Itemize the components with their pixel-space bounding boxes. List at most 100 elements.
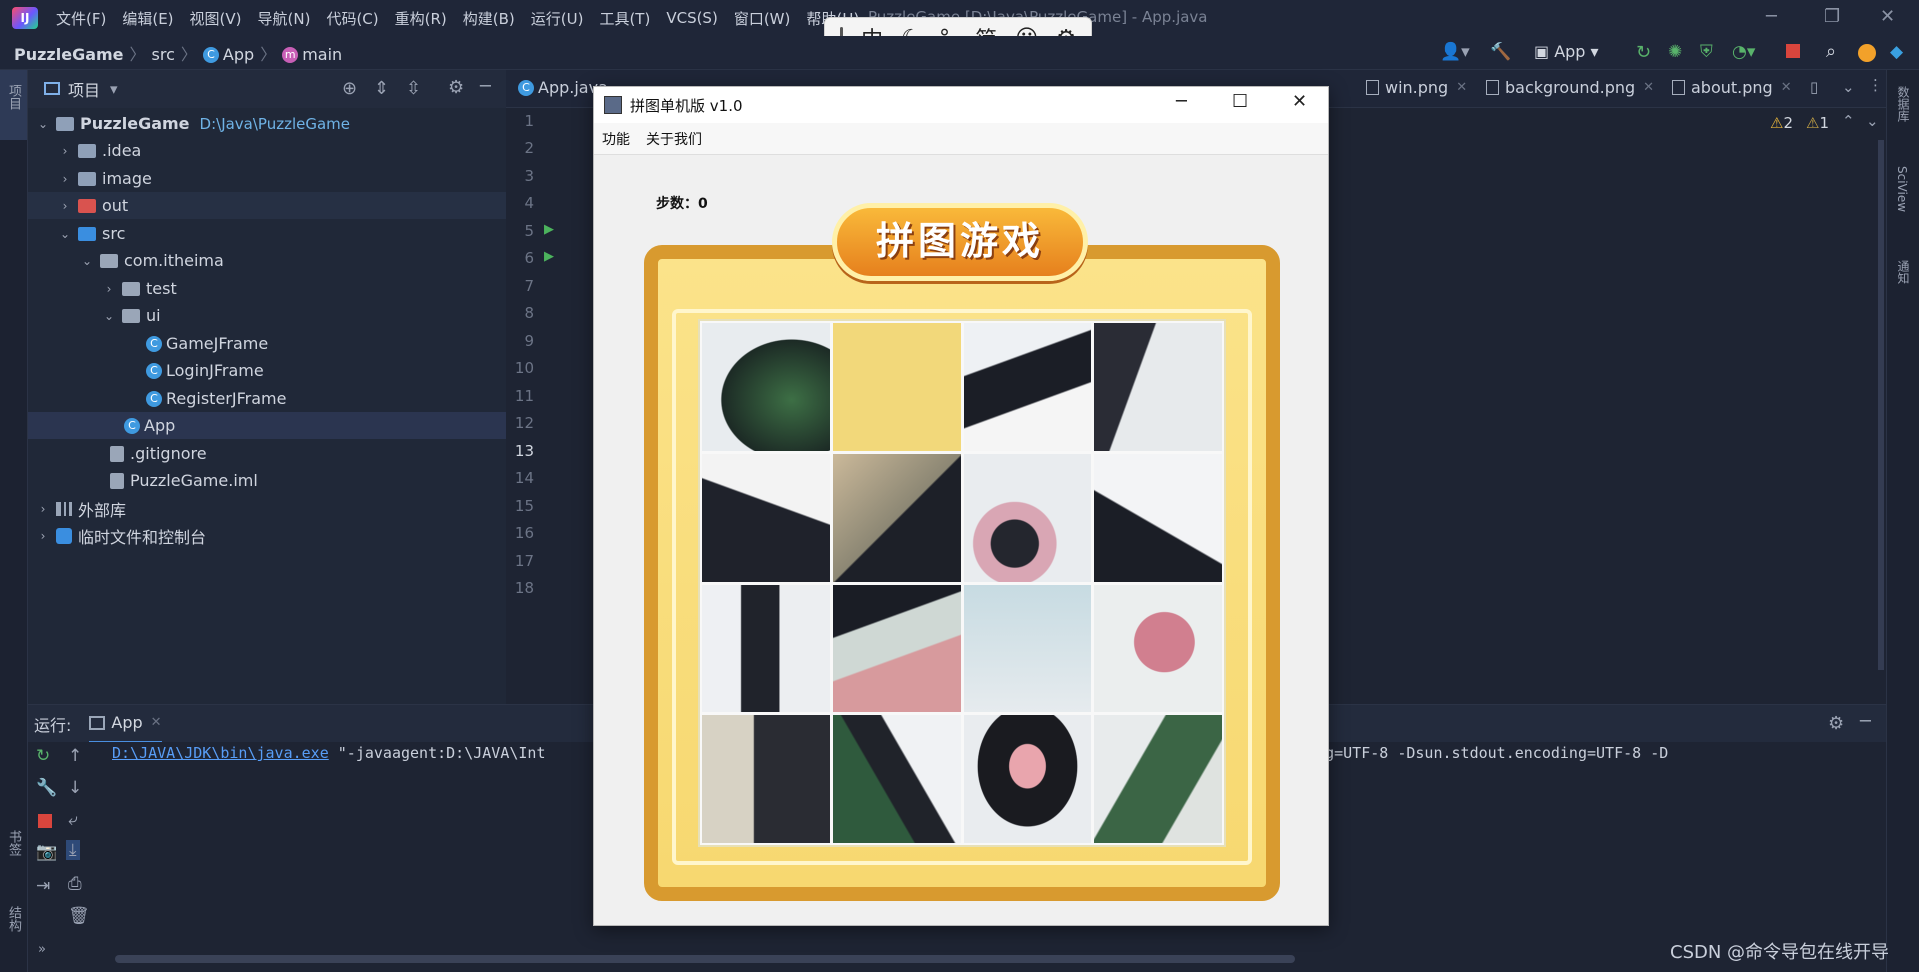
wrench-icon[interactable]: 🔧 <box>36 778 57 798</box>
search-icon[interactable]: ⌕ <box>1826 41 1836 62</box>
update-icon[interactable] <box>1858 44 1876 62</box>
puzzle-grid[interactable] <box>698 319 1226 847</box>
tree-item-scratches[interactable]: › 临时文件和控制台 <box>28 522 506 549</box>
hide-panel-icon[interactable]: ─ <box>1860 711 1871 732</box>
stop-icon[interactable] <box>1786 44 1800 58</box>
chevron-down-icon[interactable]: ⌄ <box>102 309 116 323</box>
run-config-select[interactable]: ▣ App ▾ <box>1534 42 1599 61</box>
chevron-right-icon[interactable]: › <box>102 282 116 296</box>
tree-item-idea[interactable]: › .idea <box>28 137 506 164</box>
puzzle-tile[interactable] <box>963 453 1092 582</box>
puzzle-tile-empty[interactable] <box>832 323 961 451</box>
menu-edit[interactable]: 编辑(E) <box>122 8 173 29</box>
menu-build[interactable]: 构建(B) <box>463 8 515 29</box>
project-tool-tab[interactable]: 项目 <box>4 84 23 110</box>
chevron-up-icon[interactable]: ⌃ <box>1842 112 1855 130</box>
console-horizontal-scrollbar[interactable] <box>115 955 1295 963</box>
chevron-down-icon[interactable]: ▾ <box>110 80 118 98</box>
database-tool-tab[interactable]: 数据库 <box>1895 86 1912 122</box>
menu-tools[interactable]: 工具(T) <box>599 8 650 29</box>
close-icon[interactable]: ✕ <box>1292 91 1307 112</box>
tree-item-puzzlegame[interactable]: ⌄ PuzzleGame D:\Java\PuzzleGame <box>28 110 506 137</box>
more-chevron-icon[interactable]: » <box>38 942 46 957</box>
menu-navigate[interactable]: 导航(N) <box>258 8 311 29</box>
locate-icon[interactable]: ⊕ <box>342 78 357 99</box>
menu-window[interactable]: 窗口(W) <box>734 8 791 29</box>
weak-warnings-indicator[interactable]: ⚠1 <box>1806 114 1829 132</box>
minimize-icon[interactable]: ─ <box>1176 91 1187 112</box>
menu-vcs[interactable]: VCS(S) <box>666 9 717 27</box>
debug-icon[interactable]: ✺ <box>1668 42 1682 62</box>
warnings-indicator[interactable]: ⚠2 <box>1770 114 1793 132</box>
notifications-tool-tab[interactable]: 通知 <box>1895 260 1912 284</box>
tree-item-src[interactable]: ⌄ src <box>28 220 506 247</box>
breadcrumb-class[interactable]: App <box>223 45 254 64</box>
tab-list-chevron-icon[interactable]: ⌄ <box>1842 78 1855 96</box>
tree-item-com-itheima[interactable]: ⌄ com.itheima <box>28 247 506 274</box>
image-file-icon[interactable]: ▯ <box>1810 78 1818 96</box>
tree-item-image[interactable]: › image <box>28 165 506 192</box>
chevron-right-icon[interactable]: › <box>58 144 72 158</box>
puzzle-tile[interactable] <box>832 715 961 843</box>
rerun-icon[interactable]: ↻ <box>36 746 50 766</box>
chevron-down-icon[interactable]: ⌄ <box>36 117 50 131</box>
close-icon[interactable]: ✕ <box>1880 6 1895 27</box>
chevron-right-icon[interactable]: › <box>36 529 50 543</box>
chevron-down-icon[interactable]: ⌄ <box>58 227 72 241</box>
puzzle-tile[interactable] <box>702 323 830 451</box>
puzzle-tile[interactable] <box>702 715 830 843</box>
bookmarks-tool-tab[interactable]: 书签 <box>4 830 23 856</box>
menu-view[interactable]: 视图(V) <box>190 8 242 29</box>
coverage-icon[interactable]: ⛨ <box>1700 42 1713 62</box>
soft-wrap-icon[interactable]: ⤶ <box>68 810 78 830</box>
build-hammer-icon[interactable]: 🔨 <box>1490 42 1511 62</box>
menu-run[interactable]: 运行(U) <box>531 8 584 29</box>
tree-item-test[interactable]: › test <box>28 275 506 302</box>
puzzle-tile[interactable] <box>963 584 1092 713</box>
trash-icon[interactable]: 🗑 <box>68 906 90 926</box>
chevron-right-icon[interactable]: › <box>58 199 72 213</box>
puzzle-tile[interactable] <box>832 584 961 713</box>
tree-item-loginjframe[interactable]: C LoginJFrame <box>28 357 506 384</box>
close-tab-icon[interactable]: ✕ <box>1781 80 1792 95</box>
editor-scrollbar[interactable] <box>1878 140 1884 670</box>
scroll-to-end-icon[interactable]: ⤓ <box>66 840 80 860</box>
tree-item-app[interactable]: C App <box>28 412 506 439</box>
run-tab-app[interactable]: App ✕ <box>89 705 162 743</box>
breadcrumb-method[interactable]: main <box>302 45 342 64</box>
menu-refactor[interactable]: 重构(R) <box>395 8 447 29</box>
profile-icon[interactable]: ◔▾ <box>1732 42 1755 62</box>
rerun-icon[interactable]: ↻ <box>1636 42 1651 63</box>
menu-code[interactable]: 代码(C) <box>326 8 378 29</box>
collapse-all-icon[interactable]: ⇳ <box>406 78 421 99</box>
more-icon[interactable]: ⋮ <box>1868 76 1883 94</box>
puzzle-tile[interactable] <box>963 715 1092 843</box>
sciview-tool-tab[interactable]: SciView <box>1895 166 1909 212</box>
scroll-down-icon[interactable]: ↓ <box>68 778 82 798</box>
tree-item-external-libraries[interactable]: › 外部库 <box>28 495 506 522</box>
puzzle-tile[interactable] <box>1094 453 1222 582</box>
game-menu-function[interactable]: 功能 <box>602 129 630 149</box>
chevron-right-icon[interactable]: › <box>36 502 50 516</box>
minimize-icon[interactable]: ─ <box>1766 6 1777 27</box>
scroll-up-icon[interactable]: ↑ <box>68 746 82 766</box>
tab-win-png[interactable]: win.png ✕ <box>1366 78 1467 97</box>
java-exe-link[interactable]: D:\JAVA\JDK\bin\java.exe <box>112 744 329 762</box>
puzzle-tile[interactable] <box>1094 584 1222 713</box>
chevron-down-icon[interactable]: ⌄ <box>1866 112 1879 130</box>
print-icon[interactable]: ⎙ <box>68 874 82 894</box>
exit-icon[interactable]: ⇥ <box>36 876 50 896</box>
tree-item-gitignore[interactable]: .gitignore <box>28 440 506 467</box>
tree-item-out[interactable]: › out <box>28 192 506 219</box>
chevron-right-icon[interactable]: › <box>58 172 72 186</box>
tree-item-registerjframe[interactable]: C RegisterJFrame <box>28 385 506 412</box>
gear-icon[interactable]: ⚙ <box>448 77 464 98</box>
puzzle-tile[interactable] <box>1094 323 1222 451</box>
puzzle-tile[interactable] <box>1094 715 1222 843</box>
menu-file[interactable]: 文件(F) <box>56 8 106 29</box>
hide-panel-icon[interactable]: ─ <box>480 76 491 97</box>
run-gutter-icon[interactable]: ▶ <box>544 249 554 264</box>
tab-background-png[interactable]: background.png ✕ <box>1486 78 1654 97</box>
tree-item-ui[interactable]: ⌄ ui <box>28 302 506 329</box>
tree-item-puzzlegame-iml[interactable]: PuzzleGame.iml <box>28 467 506 494</box>
